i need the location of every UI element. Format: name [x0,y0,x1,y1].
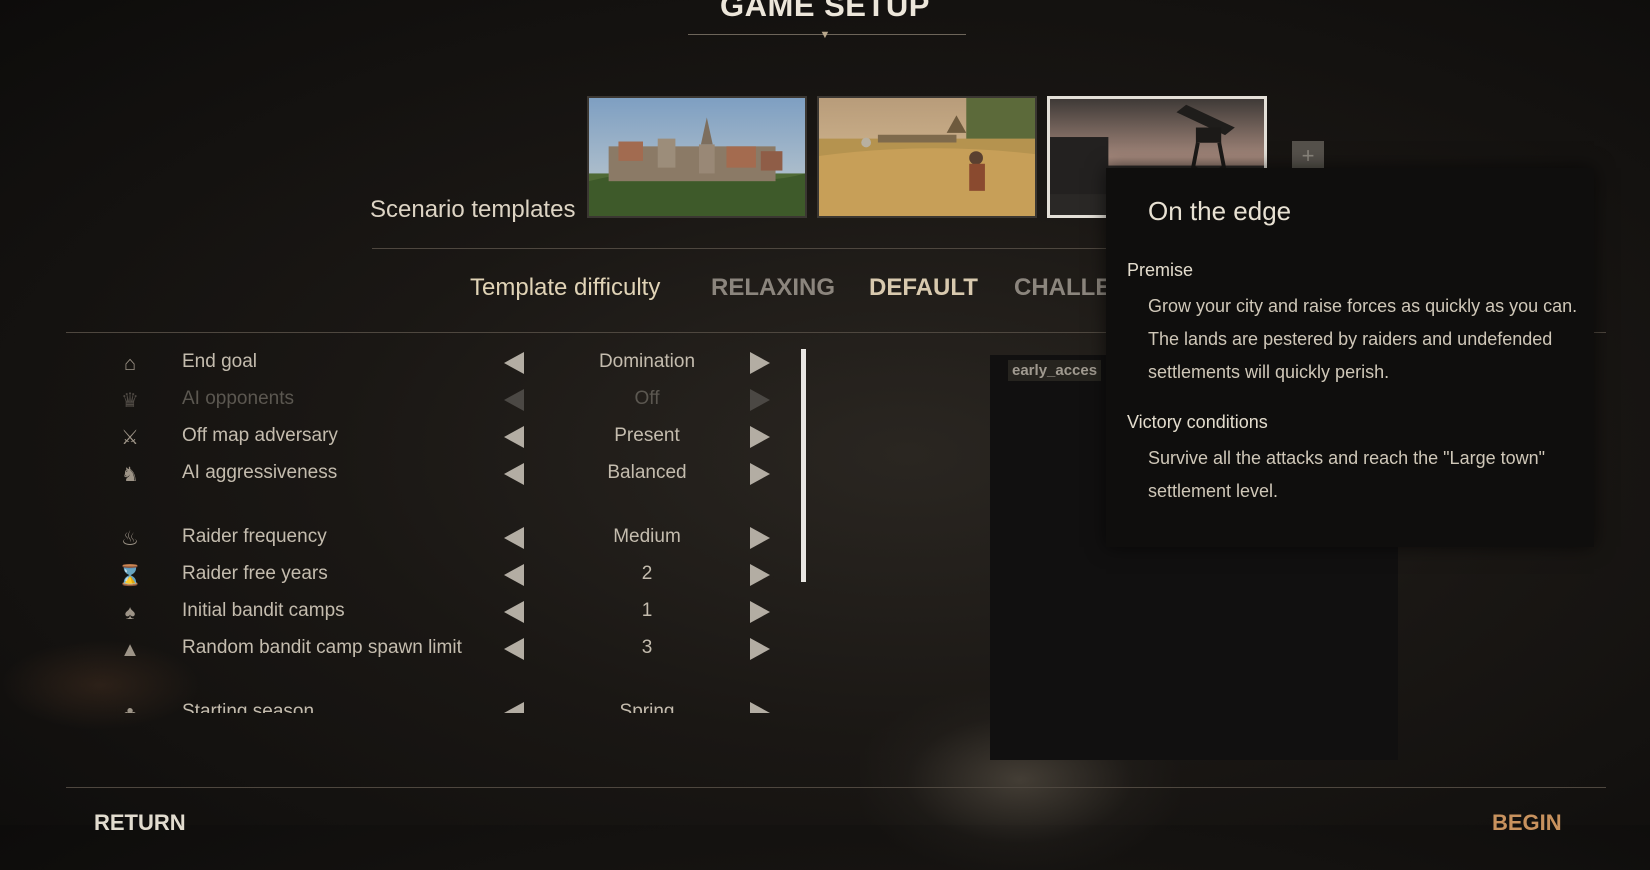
previous-value-arrow[interactable] [504,463,524,485]
campfire-icon: ♠ [124,602,136,624]
difficulty-option-default[interactable]: DEFAULT [869,274,978,302]
template-difficulty-label: Template difficulty [470,274,661,301]
setting-row-ai-opponents: ♛ AI opponents Off [110,384,790,418]
previous-value-arrow[interactable] [504,564,524,586]
crossed-swords-icon: ⚔ [121,427,139,449]
next-value-arrow [750,389,770,411]
horse-head-icon: ♞ [121,464,139,486]
scenario-tooltip: On the edge Premise Grow your city and r… [1106,168,1594,547]
setting-label: Starting season [182,701,315,713]
setting-row-end-goal: ⌂ End goal Domination [110,347,790,381]
setting-row-initial-bandit-camps: ♠ Initial bandit camps 1 [110,596,790,630]
setting-label: Off map adversary [182,425,338,446]
setting-label: Raider free years [182,563,328,584]
scenario-thumbnail-walled-town[interactable] [587,96,807,218]
crown-icon: ♛ [121,390,139,412]
ornament-icon: ▼ [819,29,831,41]
season-icon: ♣ [116,700,144,713]
setting-value: Medium [613,526,681,547]
previous-value-arrow[interactable] [504,527,524,549]
previous-value-arrow[interactable] [504,352,524,374]
fire-icon: ♨ [121,528,139,550]
next-value-arrow[interactable] [750,638,770,660]
setting-row-raider-frequency: ♨ Raider frequency Medium [110,522,790,556]
hourglass-icon: ⌛ [117,565,143,587]
previous-value-arrow [504,389,524,411]
walled-town-image [589,98,805,216]
next-value-arrow[interactable] [750,527,770,549]
setting-value: 1 [641,600,653,621]
setting-row-ai-aggressiveness: ♞ AI aggressiveness Balanced [110,458,790,492]
add-scenario-button[interactable]: + [1292,141,1324,171]
setting-value: Off [634,388,660,409]
setting-label: Random bandit camp spawn limit [182,637,462,658]
tooltip-title: On the edge [1148,196,1292,226]
return-button[interactable]: RETURN [94,810,186,836]
victory-conditions-text: Survive all the attacks and reach the "L… [1148,448,1546,501]
setting-row-starting-season: ♣ Starting season Spring [110,697,790,713]
setting-label: AI opponents [182,388,294,409]
next-value-arrow[interactable] [750,601,770,623]
next-value-arrow[interactable] [750,564,770,586]
setting-row-random-bandit-camp-spawn-limit: ▲ Random bandit camp spawn limit 3 [110,633,790,667]
footer-divider [66,787,1606,788]
setting-row-raider-free-years: ⌛ Raider free years 2 [110,559,790,593]
setting-value: 3 [641,637,653,658]
setting-value: Domination [598,351,696,372]
wheat-field-image [819,98,1035,216]
premise-text: Grow your city and raise forces as quick… [1148,296,1578,382]
next-value-arrow[interactable] [750,702,770,713]
setting-label: End goal [182,351,258,372]
victory-conditions-heading: Victory conditions [1127,412,1268,432]
settings-scrollbar[interactable] [801,349,806,582]
setting-value: Spring [619,701,675,713]
setting-label: Raider frequency [182,526,327,547]
tag-chip: early_acces [1008,360,1102,381]
tent-icon: ▲ [120,639,140,661]
setting-value: Balanced [607,462,687,483]
scenario-thumbnail-wheat-field[interactable] [817,96,1037,218]
next-value-arrow[interactable] [750,352,770,374]
next-value-arrow[interactable] [750,463,770,485]
previous-value-arrow[interactable] [504,638,524,660]
setting-value: 2 [641,563,653,584]
previous-value-arrow[interactable] [504,601,524,623]
difficulty-option-relaxing[interactable]: RELAXING [711,274,835,302]
goal-icon: ⌂ [123,353,137,375]
begin-button[interactable]: BEGIN [1492,810,1562,836]
previous-value-arrow[interactable] [504,702,524,713]
setting-row-off-map-adversary: ⚔ Off map adversary Present [110,421,790,455]
scenario-templates-label: Scenario templates [370,196,576,223]
setting-label: AI aggressiveness [182,462,338,483]
next-value-arrow[interactable] [750,426,770,448]
page-title: GAME SETUP [720,0,930,23]
setting-value: Present [614,425,680,446]
setting-label: Initial bandit camps [182,600,345,621]
previous-value-arrow[interactable] [504,426,524,448]
premise-heading: Premise [1127,260,1194,280]
